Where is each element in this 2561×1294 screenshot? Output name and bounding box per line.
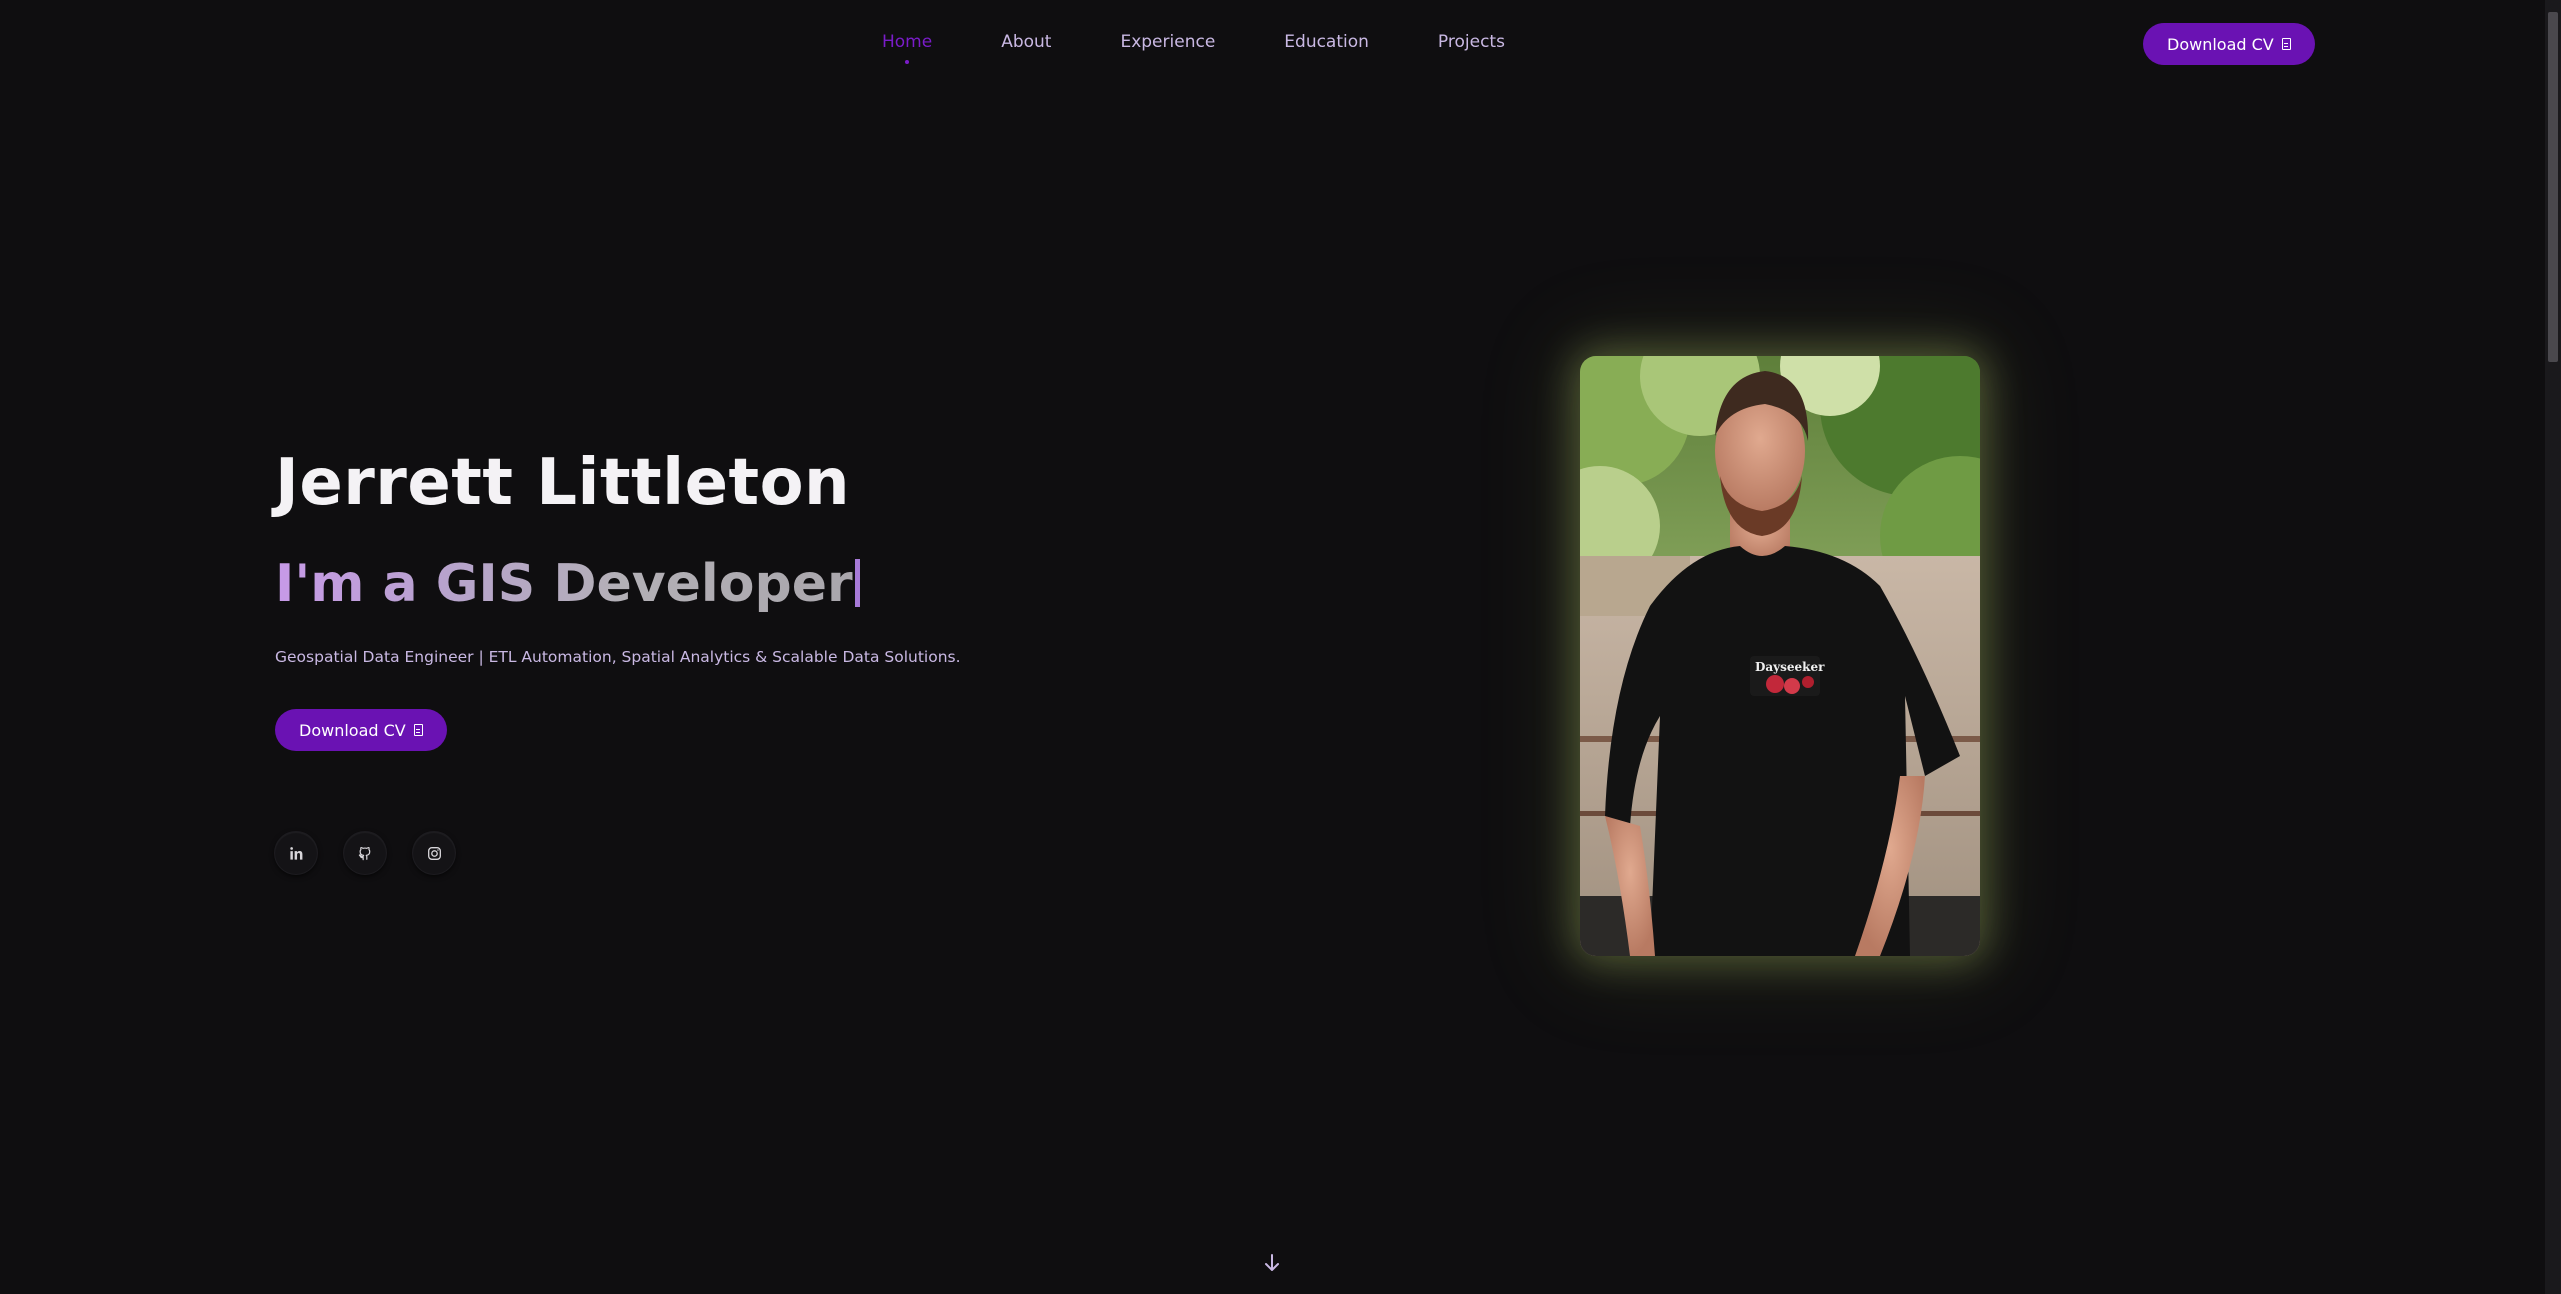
instagram-button[interactable] — [413, 832, 455, 874]
hero-name: Jerrett Littleton — [275, 446, 851, 520]
nav-link-education[interactable]: Education — [1284, 32, 1369, 52]
nav-download-cv-label: Download CV — [2167, 34, 2274, 54]
hero-role-value: GIS Developer — [435, 554, 853, 614]
hero-role-prefix: I'm a — [275, 554, 436, 614]
github-icon — [358, 846, 370, 860]
nav-download-cv-button[interactable]: Download CV — [2143, 23, 2315, 65]
page: Home About Experience Education Projects… — [0, 0, 2561, 1294]
nav-link-experience[interactable]: Experience — [1120, 32, 1215, 52]
tshirt-print-text: Dayseeker — [1755, 660, 1825, 674]
scrollbar-thumb[interactable] — [2548, 12, 2558, 362]
linkedin-icon — [289, 846, 302, 860]
hero-tagline: Geospatial Data Engineer | ETL Automatio… — [275, 648, 961, 666]
document-icon — [413, 724, 423, 736]
linkedin-button[interactable] — [275, 832, 317, 874]
document-icon — [2281, 38, 2291, 50]
hero-download-cv-label: Download CV — [299, 720, 406, 740]
profile-photo: Dayseeker — [1580, 356, 1980, 956]
typing-cursor — [854, 559, 860, 607]
github-button[interactable] — [344, 832, 386, 874]
nav-link-about[interactable]: About — [1001, 32, 1051, 52]
hero-download-cv-button[interactable]: Download CV — [275, 709, 447, 751]
hero-role: I'm a GIS Developer — [275, 554, 860, 614]
top-navigation: Home About Experience Education Projects… — [0, 0, 2545, 88]
social-links — [275, 832, 455, 874]
portrait-image: Dayseeker — [1580, 356, 1980, 956]
nav-links: Home About Experience Education Projects — [882, 32, 1574, 64]
scroll-down-button[interactable] — [1263, 1252, 1281, 1274]
page-scrollbar[interactable] — [2545, 0, 2561, 1294]
nav-link-projects[interactable]: Projects — [1438, 32, 1505, 52]
instagram-icon — [427, 846, 441, 860]
arrow-down-icon — [1265, 1254, 1279, 1271]
nav-link-home[interactable]: Home — [882, 32, 932, 64]
